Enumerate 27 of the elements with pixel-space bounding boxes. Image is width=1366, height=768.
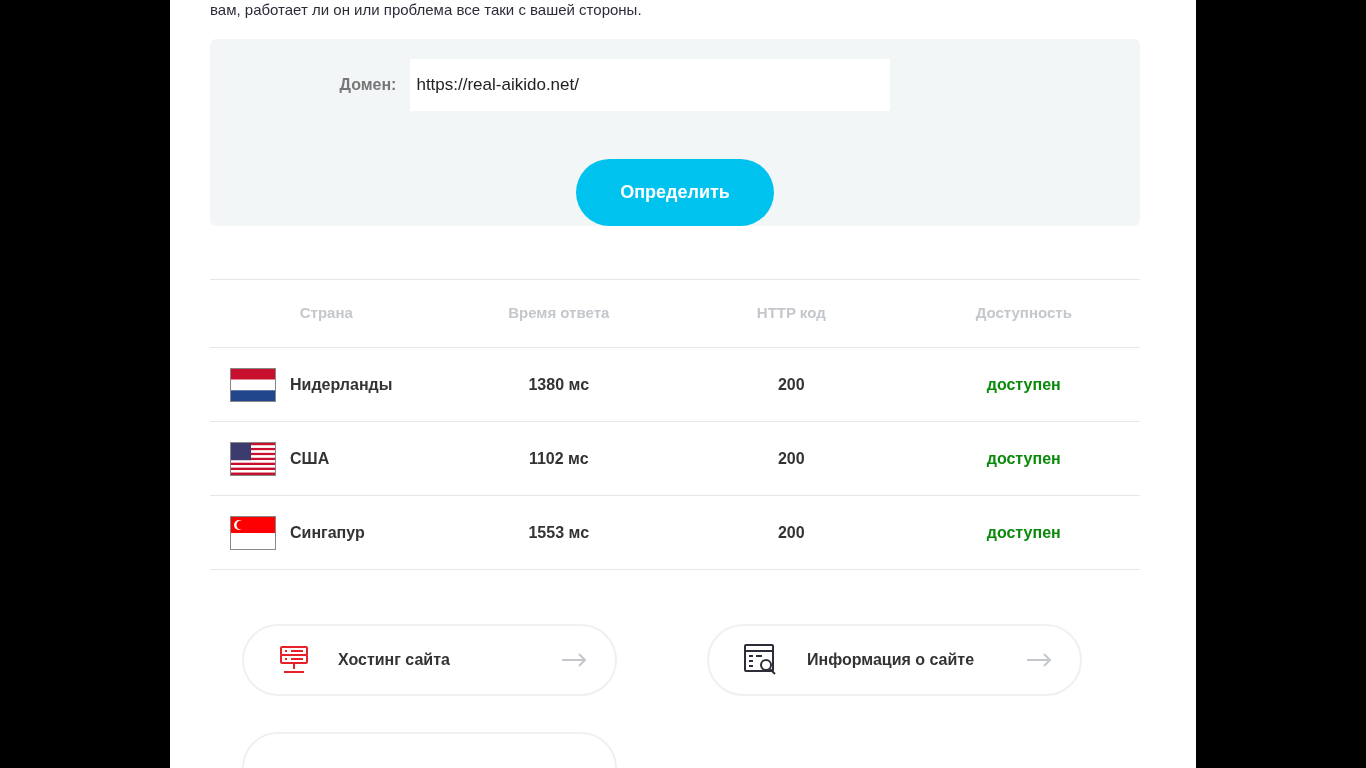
availability-status: доступен: [986, 448, 1061, 469]
country-name: США: [290, 448, 330, 469]
arrow-right-icon: [1026, 653, 1052, 667]
response-time: 1380 мс: [528, 374, 590, 395]
availability-status: доступен: [986, 522, 1061, 543]
flag-icon: [230, 367, 276, 402]
http-code: 200: [777, 374, 805, 395]
domain-label: Домен:: [339, 75, 397, 95]
http-code: 200: [777, 522, 805, 543]
response-time: 1553 мс: [528, 522, 590, 543]
country-name: Сингапур: [290, 522, 365, 543]
country-name: Нидерланды: [290, 374, 393, 395]
link-card[interactable]: Информация о сайте: [707, 624, 1082, 696]
column-header: HTTP код: [756, 303, 826, 324]
intro-text: вам, работает ли он или проблема все таки с вашей стороны.: [210, 1, 642, 19]
column-header: Время ответа: [508, 303, 610, 324]
arrow-right-icon: [561, 653, 587, 667]
flag-icon: [230, 515, 276, 550]
flag-icon: [230, 441, 276, 476]
column-header: Доступность: [975, 303, 1072, 324]
domain-field[interactable]: https://real-aikido.net/: [410, 59, 891, 111]
http-code: 200: [777, 448, 805, 469]
server-icon: [278, 645, 310, 675]
link-card[interactable]: Хостинг сайта: [242, 624, 617, 696]
column-header: Страна: [299, 303, 353, 324]
availability-status: доступен: [986, 374, 1061, 395]
response-time: 1102 мс: [528, 448, 589, 469]
